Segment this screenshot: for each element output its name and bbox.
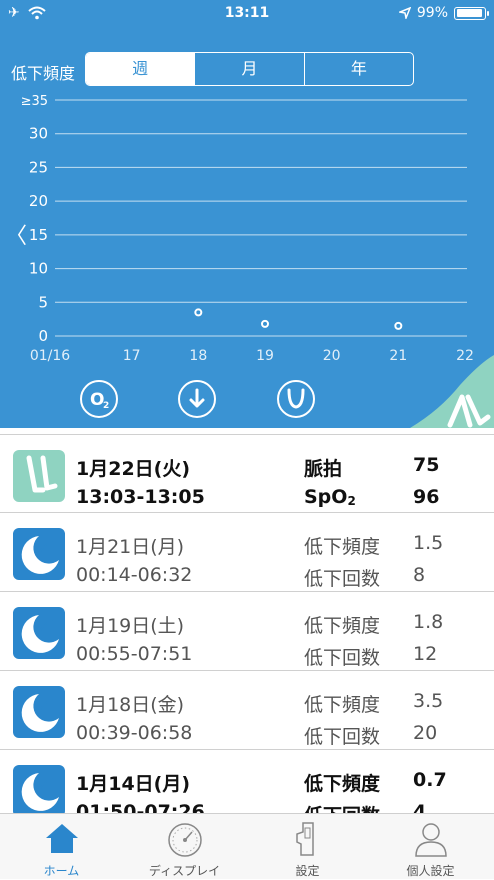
x-tick-label: 18 xyxy=(189,348,207,364)
frequency-chart: 051015202530≥3501/16 17 18 19 20 21 22 xyxy=(21,94,474,364)
sleep-icon: zzz xyxy=(13,528,65,580)
x-tick-label: 20 xyxy=(323,348,341,364)
list-item[interactable]: zzz 1月14日(月) 01:50-07:26 低下頻度 低下回数 0.7 4 xyxy=(0,750,494,813)
svg-text:z: z xyxy=(49,536,53,544)
previous-week-chevron-icon[interactable]: 〈 xyxy=(5,218,27,250)
record-label-1: 低下頻度 xyxy=(304,536,381,558)
battery-percent: 99% xyxy=(416,5,448,21)
tab-week[interactable]: 週 xyxy=(86,53,195,85)
tab-personal[interactable]: 個人設定 xyxy=(369,814,492,880)
o2-icon[interactable]: O 2 xyxy=(80,380,118,418)
record-value-1: 3.5 xyxy=(413,690,444,712)
list-item[interactable]: 1月22日(火) 13:03-13:05 脈拍 SpO2 75 96 xyxy=(0,434,494,513)
record-label-1: 低下頻度 xyxy=(304,773,381,795)
svg-text:z: z xyxy=(49,694,53,702)
record-date: 1月18日(金) xyxy=(76,694,185,716)
tab-home[interactable]: ホーム xyxy=(0,814,123,880)
sleep-icon: zzz xyxy=(13,607,65,659)
record-date: 1月21日(月) xyxy=(76,536,185,558)
status-bar: ✈ 13:11 99% xyxy=(0,0,494,28)
data-point[interactable] xyxy=(261,319,269,328)
tab-year[interactable]: 年 xyxy=(303,53,413,85)
record-value-2: 20 xyxy=(413,722,438,744)
sleep-icon: zzz xyxy=(13,765,65,813)
record-value-2: 4 xyxy=(413,801,427,813)
record-time: 00:14-06:32 xyxy=(76,564,193,586)
record-label-1: 低下頻度 xyxy=(304,694,381,716)
list-item[interactable]: zzz 1月18日(金) 00:39-06:58 低下頻度 低下回数 3.5 2… xyxy=(0,671,494,750)
svg-text:z: z xyxy=(49,615,53,623)
record-date: 1月19日(土) xyxy=(76,615,185,637)
y-tick-label: ≥35 xyxy=(21,94,48,109)
y-tick-label: 5 xyxy=(38,293,48,311)
record-label-2: 低下回数 xyxy=(304,647,381,669)
record-time: 00:39-06:58 xyxy=(76,722,193,744)
y-tick-label: 0 xyxy=(38,327,48,345)
record-time: 00:55-07:51 xyxy=(76,643,193,665)
record-value-2: 8 xyxy=(413,564,426,586)
tab-settings[interactable]: 設定 xyxy=(246,814,369,880)
record-value-1: 0.7 xyxy=(413,769,447,791)
y-tick-label: 25 xyxy=(29,158,48,176)
record-time: 13:03-13:05 xyxy=(76,486,205,508)
record-label-2: 低下回数 xyxy=(304,801,380,813)
record-value-1: 1.5 xyxy=(413,532,444,554)
down-arrow-icon[interactable] xyxy=(178,380,216,418)
walking-icon[interactable] xyxy=(410,355,494,428)
tab-month[interactable]: 月 xyxy=(194,53,303,85)
records-list: 1月22日(火) 13:03-13:05 脈拍 SpO2 75 96 zzz 1… xyxy=(0,428,494,813)
y-tick-label: 20 xyxy=(29,192,48,210)
device-icon xyxy=(295,822,314,856)
record-label-1: 脈拍 xyxy=(304,458,343,480)
tab-home-label: ホーム xyxy=(43,864,80,878)
record-label-1: 低下頻度 xyxy=(304,615,381,637)
record-value-1: 75 xyxy=(413,454,440,476)
list-item[interactable]: zzz 1月21日(月) 00:14-06:32 低下頻度 低下回数 1.5 8 xyxy=(0,513,494,592)
svg-text:2: 2 xyxy=(103,401,109,411)
record-label-2: 低下回数 xyxy=(304,726,381,748)
tab-bar: ホーム ディスプレイ 設定 個人設定 xyxy=(0,813,494,879)
record-label-2: 低下回数 xyxy=(304,568,381,590)
x-tick-label: 01/16 xyxy=(30,348,70,364)
y-tick-label: 10 xyxy=(29,260,48,278)
gauge-icon xyxy=(167,823,202,857)
svg-text:z: z xyxy=(49,773,53,781)
battery-icon xyxy=(454,6,489,20)
tab-settings-label: 設定 xyxy=(295,864,320,878)
person-icon xyxy=(414,823,447,857)
home-icon xyxy=(45,824,78,853)
record-date: 1月22日(火) xyxy=(76,458,191,480)
record-date: 1月14日(月) xyxy=(76,773,191,795)
x-tick-label: 17 xyxy=(123,348,141,364)
record-value-2: 96 xyxy=(413,486,440,508)
chart-panel: ✈ 13:11 99% 低下頻度 週 月 年 0 5 10 15 20 25 30 ≥35 01… xyxy=(0,0,494,428)
period-segmented-control: 週 月 年 xyxy=(85,52,414,86)
x-tick-label: 21 xyxy=(389,348,407,364)
record-label-2: SpO2 xyxy=(304,486,356,508)
list-item[interactable]: zzz 1月19日(土) 00:55-07:51 低下頻度 低下回数 1.8 1… xyxy=(0,592,494,671)
freq-label: 低下頻度 xyxy=(11,64,76,83)
data-point[interactable] xyxy=(394,321,403,330)
tab-personal-label: 個人設定 xyxy=(406,864,455,878)
x-tick-label: 19 xyxy=(256,348,274,364)
location-icon xyxy=(398,7,411,19)
data-point[interactable] xyxy=(194,308,203,317)
tab-display[interactable]: ディスプレイ xyxy=(123,814,246,880)
record-value-1: 1.8 xyxy=(413,611,444,633)
record-value-2: 12 xyxy=(413,643,438,665)
sleep-icon: zzz xyxy=(13,686,65,738)
y-tick-label: 15 xyxy=(29,226,48,244)
walking-icon xyxy=(13,450,65,502)
tab-display-label: ディスプレイ xyxy=(148,864,221,878)
y-tick-label: 30 xyxy=(29,125,48,143)
u-shape-icon[interactable] xyxy=(277,380,315,418)
record-time: 01:50-07:26 xyxy=(76,801,205,813)
